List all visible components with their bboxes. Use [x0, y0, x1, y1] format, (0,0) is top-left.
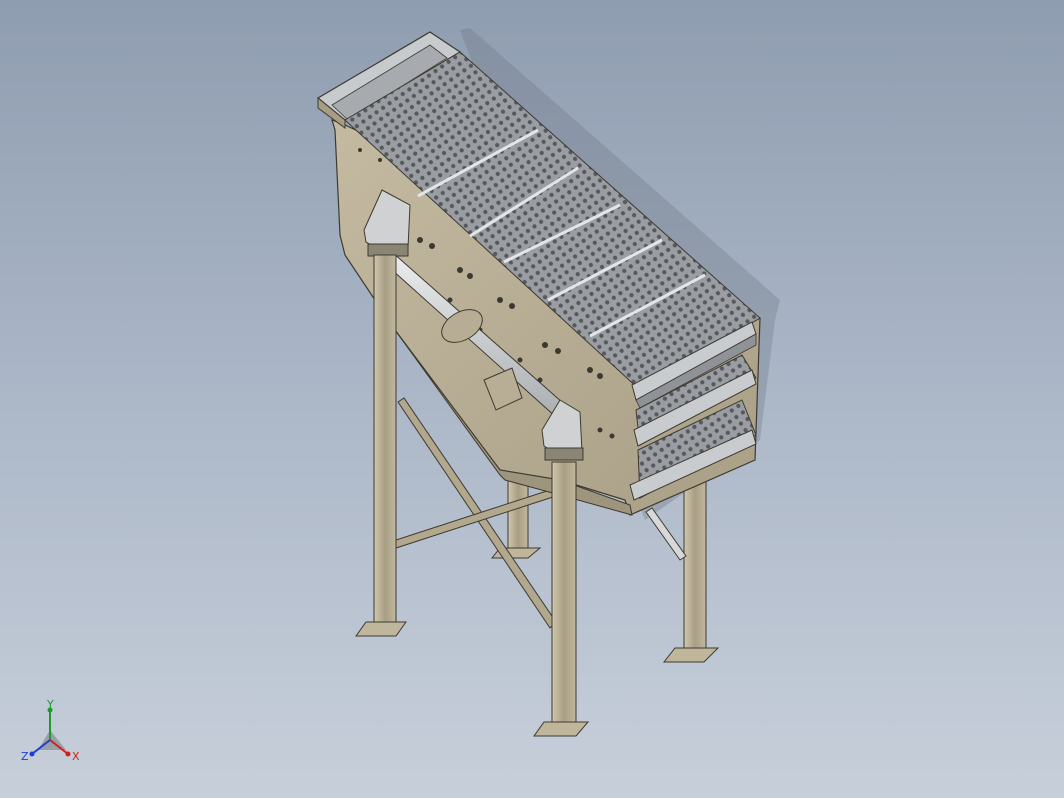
front-left-leg: [373, 254, 397, 628]
rear-right-foot: [662, 647, 720, 663]
upper-spring: [367, 243, 409, 257]
diagonal-brace-2: [395, 487, 557, 549]
lower-spring: [544, 447, 584, 461]
cad-viewport[interactable]: Y X Z: [0, 0, 1064, 798]
z-axis-label: Z: [21, 750, 29, 763]
front-right-foot: [533, 721, 590, 737]
discharge-chute: [645, 507, 687, 561]
front-left-foot: [355, 621, 407, 637]
vibrating-screen-model[interactable]: [0, 0, 1064, 798]
coordinate-triad: Y X Z: [21, 700, 80, 763]
x-axis-label: X: [72, 750, 80, 763]
front-right-leg: [551, 461, 577, 731]
rear-right-leg: [683, 469, 707, 651]
y-axis-label: Y: [46, 700, 54, 711]
